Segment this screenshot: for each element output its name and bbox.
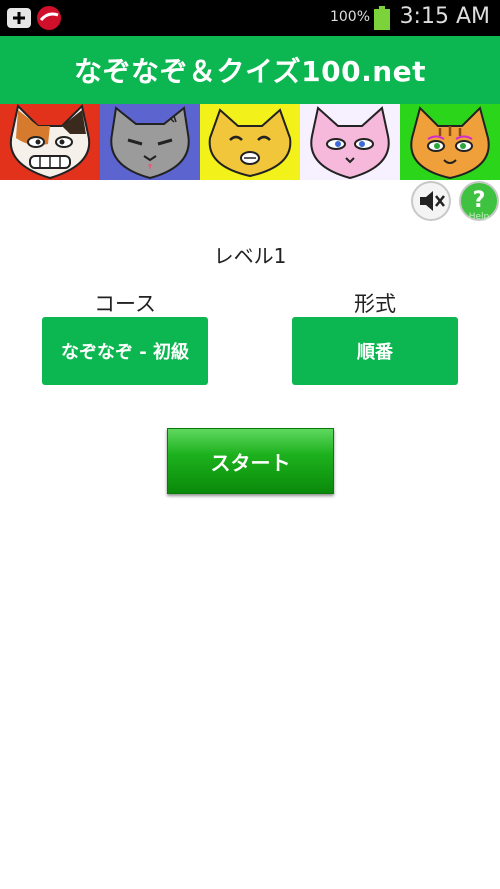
start-label: スタート (210, 450, 291, 475)
start-button[interactable]: スタート (167, 428, 334, 494)
format-value: 順番 (357, 342, 393, 363)
cat-banner (0, 104, 500, 180)
clock: 3:15 AM (399, 4, 490, 29)
app-title: なぞなぞ＆クイズ100.net (73, 55, 427, 88)
gray-cat-image (100, 104, 200, 180)
help-button[interactable]: ? Help (458, 180, 500, 222)
format-select-button[interactable]: 順番 (292, 317, 458, 385)
course-label: コース (94, 292, 156, 316)
trend-micro-icon (37, 6, 61, 30)
pink-cat-image (300, 104, 400, 180)
status-bar: 100% 3:15 AM (0, 0, 500, 36)
format-label: 形式 (354, 292, 396, 316)
svg-text:?: ? (473, 188, 486, 213)
battery-icon (374, 6, 390, 30)
app-add-icon (7, 8, 31, 28)
course-value: なぞなぞ - 初級 (60, 342, 189, 363)
orange-tabby-cat-image (400, 104, 500, 180)
battery-percent: 100% (329, 9, 370, 25)
mute-button[interactable] (410, 180, 452, 222)
yellow-cat-image (200, 104, 300, 180)
calico-cat-image (0, 104, 100, 180)
app-header: なぞなぞ＆クイズ100.net (0, 36, 500, 104)
level-title: レベル1 (213, 244, 287, 268)
help-icon: ? Help (459, 181, 499, 222)
help-label: Help (469, 212, 490, 222)
course-select-button[interactable]: なぞなぞ - 初級 (42, 317, 208, 385)
speaker-mute-icon (411, 181, 451, 221)
